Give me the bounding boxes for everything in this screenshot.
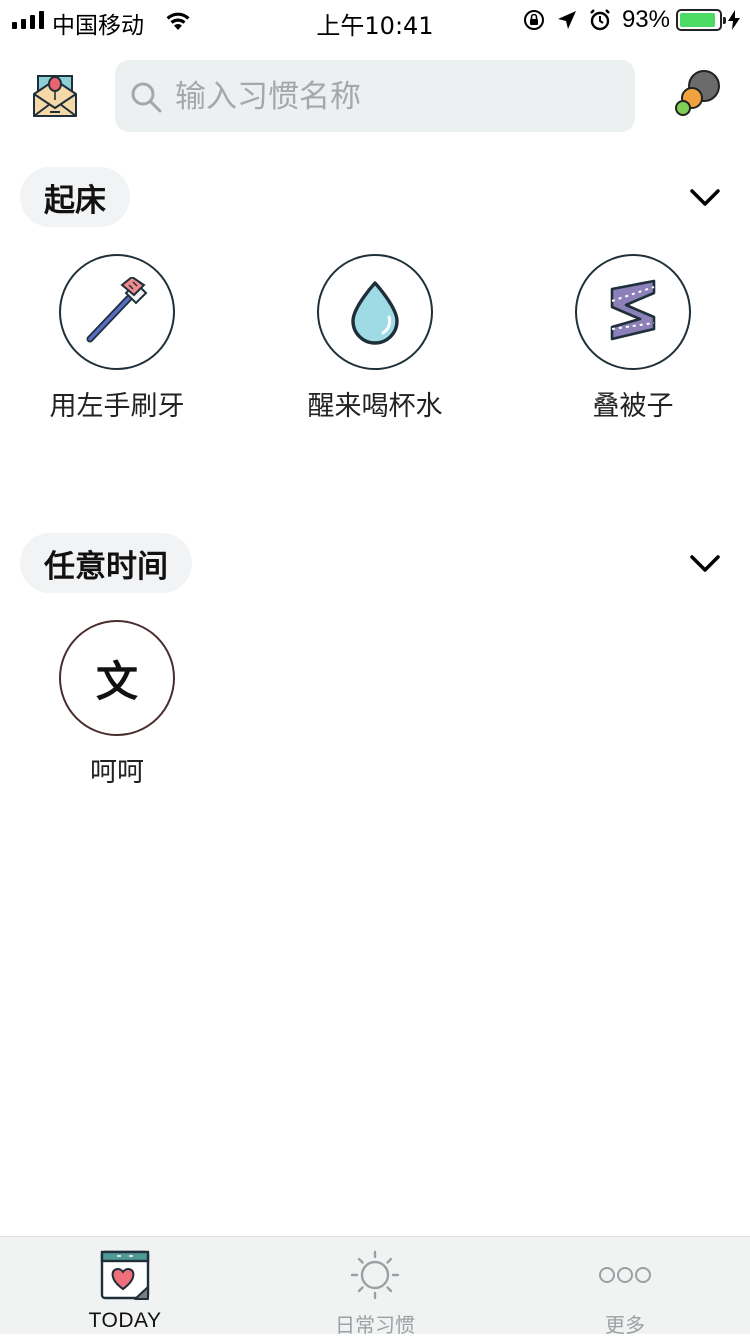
tab-bar: TODAY 日常习惯 更多: [0, 1236, 750, 1337]
search-icon: [131, 82, 162, 113]
header: [0, 58, 750, 134]
habit-label: 醒来喝杯水: [307, 391, 443, 422]
habit-item[interactable]: 文 呵呵: [17, 620, 217, 789]
tab-more[interactable]: 更多: [500, 1237, 750, 1337]
habit-icon-circle[interactable]: 文: [59, 620, 175, 736]
habit-text-glyph: 文: [95, 656, 138, 706]
habit-icon-circle[interactable]: [59, 254, 175, 370]
tab-label: TODAY: [88, 1309, 162, 1332]
rotation-lock-icon: [523, 10, 544, 30]
habit-label: 呵呵: [90, 757, 144, 788]
more-dots-icon: [599, 1267, 651, 1283]
battery-icon: [676, 9, 726, 31]
habit-item[interactable]: 醒来喝杯水: [275, 254, 475, 423]
folded-blanket-icon: [610, 279, 656, 341]
habit-icon-circle[interactable]: [317, 254, 433, 370]
calendar-heart-icon: [100, 1250, 150, 1300]
toothbrush-icon: [86, 277, 148, 343]
tab-daily-habits[interactable]: 日常习惯: [250, 1237, 500, 1337]
tab-today[interactable]: TODAY: [0, 1237, 250, 1335]
water-drop-icon: [351, 281, 399, 345]
section-title[interactable]: 起床: [20, 167, 130, 227]
habit-item[interactable]: 用左手刷牙: [17, 254, 217, 423]
charging-bolt-icon: [728, 10, 740, 30]
battery-percent: 93%: [621, 6, 670, 33]
section-title[interactable]: 任意时间: [20, 533, 192, 593]
status-bar: 中国移动 上午10:41 93%: [0, 0, 750, 40]
color-dots-icon[interactable]: [670, 68, 722, 120]
chevron-down-icon[interactable]: [686, 547, 724, 579]
location-arrow-icon: [557, 11, 576, 29]
sun-icon: [350, 1250, 400, 1300]
habit-label: 叠被子: [592, 391, 674, 422]
habit-item[interactable]: 叠被子: [533, 254, 733, 423]
search-box[interactable]: [115, 60, 635, 132]
alarm-icon: [590, 9, 610, 31]
search-input[interactable]: [173, 70, 617, 124]
chevron-down-icon[interactable]: [686, 181, 724, 213]
status-indicators: 93%: [522, 6, 740, 34]
habit-icon-circle[interactable]: [575, 254, 691, 370]
habit-label: 用左手刷牙: [49, 391, 185, 422]
envelope-with-balloon-icon[interactable]: [30, 70, 80, 120]
